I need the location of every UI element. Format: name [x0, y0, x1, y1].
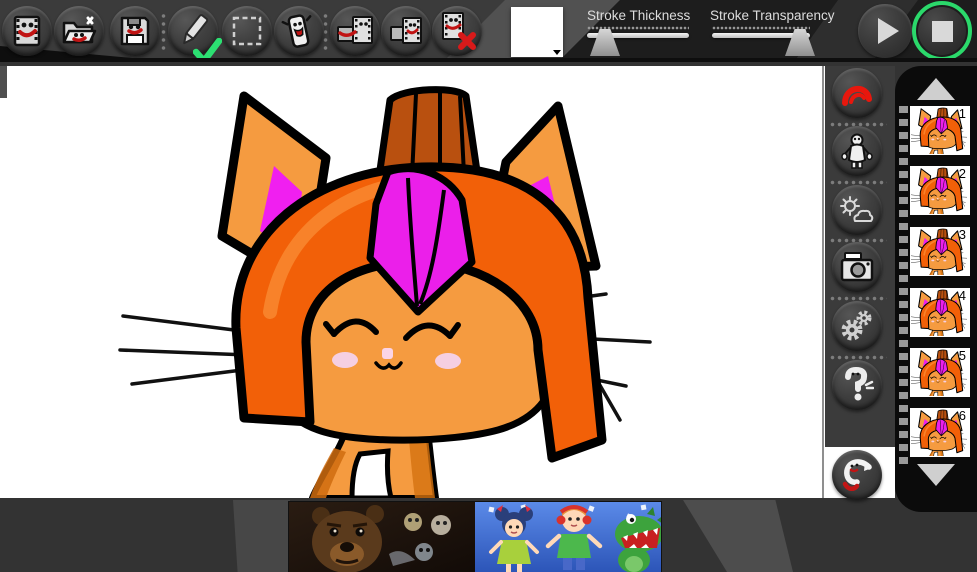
red-arc-icon: [842, 86, 872, 106]
save-button[interactable]: [110, 6, 160, 56]
frame-number: 1: [958, 106, 966, 121]
photo-button[interactable]: [832, 242, 882, 292]
film-frames-copy-icon: [337, 16, 373, 44]
selection-rectangle-icon: [232, 16, 262, 46]
undo-button[interactable]: [832, 450, 882, 500]
insert-frame-button[interactable]: [381, 6, 431, 56]
ad-banner-image: [289, 502, 664, 572]
characters-button[interactable]: [832, 126, 882, 176]
eraser-tool-button[interactable]: [274, 6, 324, 56]
open-button[interactable]: [54, 6, 104, 56]
ad-banner[interactable]: [289, 502, 664, 572]
frame-thumbnail-3[interactable]: 3: [910, 227, 970, 276]
film-frames-icon: [390, 17, 422, 44]
frame-number: 6: [958, 408, 966, 423]
top-toolbar: Stroke Thickness Stroke Transparency: [0, 0, 977, 62]
film-reel-face-icon: [13, 15, 41, 47]
camera-icon: [840, 252, 874, 282]
frame-thumbnail-2[interactable]: 2: [910, 166, 970, 215]
frame-thumbnail-6[interactable]: 6: [910, 408, 970, 457]
background-wedge: [683, 500, 793, 572]
swatch-dropdown-icon: [551, 48, 563, 57]
canvas-corner-tab: [0, 66, 7, 98]
person-icon: [841, 133, 873, 169]
stroke-thickness-label: Stroke Thickness: [587, 8, 691, 23]
background-wedge: [233, 500, 290, 572]
open-folder-face-icon: [62, 16, 97, 44]
frames-panel: 1 2 3 4 5 6: [895, 66, 977, 512]
film-sprocket-holes: [899, 106, 908, 466]
stop-active-ring: [912, 1, 972, 58]
frame-number: 3: [958, 227, 966, 242]
frame-number: 4: [958, 288, 966, 303]
drawing-canvas[interactable]: [0, 66, 895, 498]
undo-arrow-face-icon: [842, 459, 872, 491]
floppy-disk-face-icon: [120, 16, 150, 46]
movies-button[interactable]: [2, 6, 52, 56]
play-button[interactable]: [858, 4, 912, 58]
frame-thumbnail-4[interactable]: 4: [910, 288, 970, 337]
settings-button[interactable]: [832, 301, 882, 351]
sun-cloud-icon: [840, 196, 874, 222]
frame-thumbnail-1[interactable]: 1: [910, 106, 970, 155]
color-swatch-button[interactable]: [511, 7, 563, 57]
active-tool-checkmark-icon: [193, 38, 222, 58]
question-mark-icon: [845, 367, 874, 401]
frame-thumbnail-5[interactable]: 5: [910, 348, 970, 397]
film-frame-delete-icon: [442, 12, 476, 50]
help-button[interactable]: [832, 360, 882, 410]
frame-number: 2: [958, 166, 966, 181]
eraser-face-icon: [281, 14, 312, 48]
stroke-preview-button[interactable]: [832, 68, 882, 118]
gears-icon: [841, 310, 872, 341]
play-icon: [877, 18, 899, 44]
stroke-transparency-label: Stroke Transparency: [710, 8, 835, 23]
toolbar-separator: [161, 12, 166, 52]
frames-scroll-down-button[interactable]: [917, 464, 955, 486]
select-tool-button[interactable]: [222, 6, 272, 56]
scenery-button[interactable]: [832, 185, 882, 235]
copy-frame-button[interactable]: [330, 6, 380, 56]
canvas-right-edge: [822, 66, 824, 498]
delete-frame-button[interactable]: [432, 6, 482, 56]
cat-drawing: [8, 66, 822, 498]
frames-scroll-up-button[interactable]: [917, 78, 955, 100]
stop-button[interactable]: [918, 7, 966, 55]
frame-number: 5: [958, 348, 966, 363]
stop-icon: [931, 20, 953, 42]
animation-app: Stroke Thickness Stroke Transparency 1 2…: [0, 0, 977, 572]
